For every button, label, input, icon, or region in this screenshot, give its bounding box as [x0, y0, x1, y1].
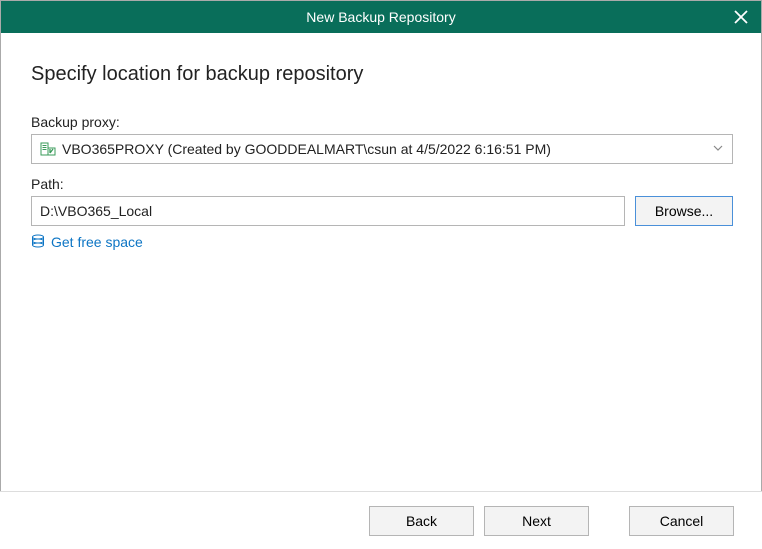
browse-button[interactable]: Browse... — [635, 196, 733, 226]
title-bar: New Backup Repository — [1, 1, 761, 33]
window-title: New Backup Repository — [306, 9, 455, 25]
server-icon — [40, 141, 56, 157]
chevron-down-icon — [712, 142, 724, 157]
proxy-label: Backup proxy: — [31, 114, 733, 130]
proxy-dropdown[interactable]: VBO365PROXY (Created by GOODDEALMART\csu… — [31, 134, 733, 164]
get-free-space-link[interactable]: Get free space — [51, 234, 143, 250]
close-button[interactable] — [729, 5, 753, 29]
cancel-button[interactable]: Cancel — [629, 506, 734, 536]
content-area: Specify location for backup repository B… — [1, 33, 761, 250]
next-button[interactable]: Next — [484, 506, 589, 536]
page-heading: Specify location for backup repository — [31, 63, 733, 86]
free-space-row: Get free space — [31, 234, 733, 250]
back-button[interactable]: Back — [369, 506, 474, 536]
proxy-value: VBO365PROXY (Created by GOODDEALMART\csu… — [62, 141, 712, 157]
disk-stack-icon — [31, 234, 45, 250]
path-input[interactable] — [31, 196, 625, 226]
wizard-footer: Back Next Cancel — [0, 491, 762, 549]
path-group: Path: Browse... Get free space — [31, 176, 733, 250]
path-label: Path: — [31, 176, 733, 192]
proxy-group: Backup proxy: VBO365PROXY (Created by GO… — [31, 114, 733, 164]
close-icon — [734, 10, 748, 24]
